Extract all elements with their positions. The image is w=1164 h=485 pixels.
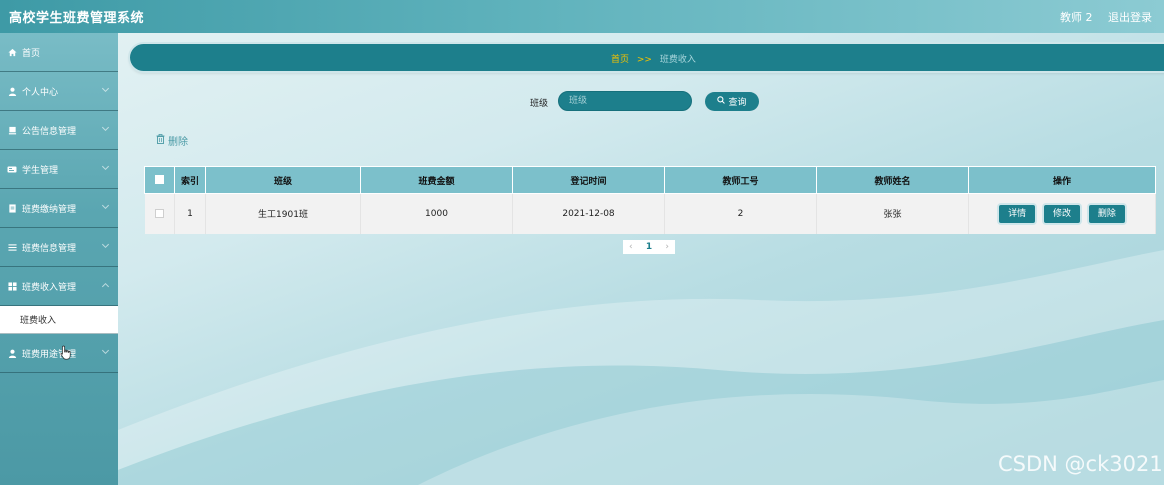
sidebar-item-label: 班费收入管理 — [22, 282, 77, 293]
logout-link[interactable]: 退出登录 — [1108, 11, 1152, 24]
table-header-row: 索引 班级 班费金额 登记时间 教师工号 教师姓名 操作 — [144, 166, 1156, 194]
header-teacher-name: 教师姓名 — [816, 166, 969, 194]
bulk-delete-label: 删除 — [168, 137, 188, 148]
bulk-delete-button[interactable]: 删除 — [156, 133, 188, 148]
sidebar-item-usage[interactable]: 班费用途管理 — [0, 334, 118, 373]
cell-amount: 1000 — [360, 193, 513, 234]
search-label: 班级 — [530, 99, 549, 109]
table-row: 1 生工1901班 1000 2021-12-08 2 张张 详情 修改 删除 — [144, 193, 1156, 234]
id-card-icon — [7, 164, 17, 174]
header-index: 索引 — [174, 166, 206, 194]
chevron-down-icon — [101, 123, 110, 132]
cell-index: 1 — [174, 193, 206, 234]
breadcrumb: 首页 >> 班费收入 — [611, 52, 696, 65]
trash-icon — [156, 134, 165, 147]
chevron-up-icon — [101, 282, 110, 291]
sidebar-item-fee-info[interactable]: 班费信息管理 — [0, 228, 118, 267]
user-icon — [7, 348, 17, 358]
header-actions: 操作 — [968, 166, 1156, 194]
cell-teacher-id: 2 — [664, 193, 817, 234]
search-button[interactable]: 查询 — [705, 92, 759, 111]
sidebar: 首页 个人中心 公告信息管理 学生管理 班费缴纳管理 班费信息管理 班费收入管理… — [0, 33, 118, 485]
select-all-checkbox[interactable] — [155, 175, 164, 184]
top-bar: 高校学生班费管理系统 教师 2 退出登录 — [0, 0, 1164, 33]
chevron-down-icon — [101, 84, 110, 93]
row-checkbox[interactable] — [154, 208, 164, 218]
sidebar-item-label: 班费信息管理 — [22, 243, 77, 254]
app-title: 高校学生班费管理系统 — [9, 11, 145, 26]
sidebar-item-payment[interactable]: 班费缴纳管理 — [0, 189, 118, 228]
sidebar-item-label: 个人中心 — [22, 87, 59, 98]
grid-icon — [7, 281, 17, 291]
breadcrumb-home[interactable]: 首页 — [611, 55, 629, 65]
current-user: 教师 2 — [1060, 11, 1093, 24]
delete-button[interactable]: 删除 — [1088, 204, 1125, 223]
header-amount: 班费金额 — [360, 166, 513, 194]
header-time: 登记时间 — [512, 166, 665, 194]
cell-time: 2021-12-08 — [512, 193, 665, 234]
header-teacher-id: 教师工号 — [664, 166, 817, 194]
background-wave — [118, 250, 1164, 485]
page-number[interactable]: 1 — [646, 242, 652, 252]
next-page-button[interactable]: › — [665, 242, 669, 252]
search-input[interactable] — [558, 91, 692, 111]
data-table: 索引 班级 班费金额 登记时间 教师工号 教师姓名 操作 1 生工1901班 1… — [144, 166, 1156, 234]
chevron-down-icon — [101, 346, 110, 355]
detail-button[interactable]: 详情 — [999, 204, 1036, 223]
chevron-down-icon — [101, 162, 110, 171]
breadcrumb-bar: 首页 >> 班费收入 — [130, 44, 1164, 71]
watermark: CSDN @ck3021 — [998, 452, 1163, 476]
sidebar-item-home[interactable]: 首页 — [0, 33, 118, 72]
sidebar-item-label: 首页 — [22, 48, 41, 59]
list-icon — [7, 242, 17, 252]
doc-icon — [7, 203, 17, 213]
header-right: 教师 2 退出登录 — [1048, 9, 1152, 25]
sidebar-item-notice[interactable]: 公告信息管理 — [0, 111, 118, 150]
search-button-label: 查询 — [728, 98, 747, 108]
search-icon — [717, 96, 726, 107]
breadcrumb-separator: >> — [636, 55, 652, 65]
sidebar-item-students[interactable]: 学生管理 — [0, 150, 118, 189]
sidebar-item-income[interactable]: 班费收入管理 — [0, 267, 118, 306]
edit-button[interactable]: 修改 — [1044, 204, 1080, 223]
chevron-down-icon — [101, 201, 110, 210]
header-class: 班级 — [205, 166, 361, 194]
sidebar-item-label: 班费缴纳管理 — [22, 204, 77, 215]
row-select-cell[interactable] — [144, 193, 175, 234]
sidebar-item-label: 公告信息管理 — [22, 126, 77, 137]
user-icon — [7, 86, 17, 96]
home-icon — [7, 47, 17, 57]
chevron-down-icon — [101, 240, 110, 249]
breadcrumb-current: 班费收入 — [659, 55, 696, 65]
header-select-all[interactable] — [144, 166, 175, 194]
cell-teacher-name: 张张 — [816, 193, 969, 234]
pagination: ‹ 1 › — [623, 240, 675, 254]
sidebar-item-profile[interactable]: 个人中心 — [0, 72, 118, 111]
prev-page-button[interactable]: ‹ — [629, 242, 633, 252]
notice-icon — [7, 125, 17, 135]
cell-actions: 详情 修改 删除 — [968, 193, 1156, 234]
sidebar-subitem-income[interactable]: 班费收入 — [0, 306, 118, 334]
sidebar-item-label: 学生管理 — [22, 165, 59, 176]
hand-cursor-icon — [60, 345, 71, 360]
cell-class: 生工1901班 — [205, 193, 361, 234]
